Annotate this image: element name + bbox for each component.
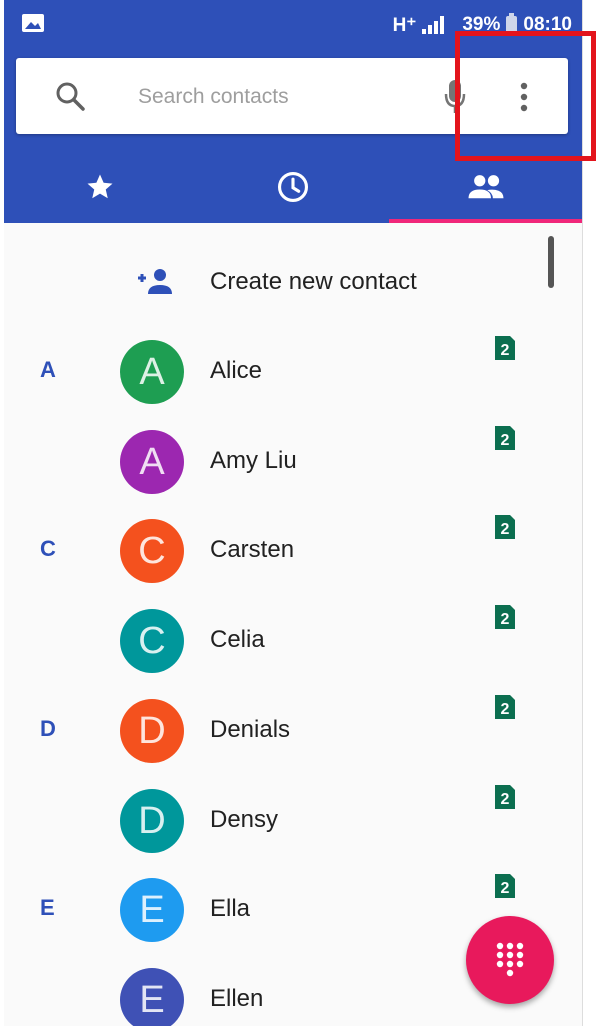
contact-row[interactable]: A A Alice 2 (4, 327, 582, 417)
contact-name: Amy Liu (210, 447, 297, 474)
star-icon (87, 174, 113, 198)
highlight-box (455, 31, 596, 161)
sim-card-icon: 2 (495, 426, 515, 450)
search-input[interactable] (136, 78, 420, 116)
avatar-initial: C (138, 529, 166, 572)
tab-recents[interactable] (197, 150, 390, 223)
avatar-initial: C (138, 619, 166, 662)
contact-name: Carsten (210, 536, 295, 563)
search-icon[interactable] (54, 80, 86, 112)
sim-badge-number: 2 (501, 432, 510, 449)
avatar[interactable]: D (120, 789, 184, 853)
create-contact-label: Create new contact (210, 268, 417, 295)
contact-row[interactable]: C Celia 2 (4, 596, 582, 686)
contact-row[interactable]: D Densy 2 (4, 776, 582, 866)
avatar[interactable]: C (120, 609, 184, 673)
section-letter: E (40, 895, 55, 920)
sim-card-icon: 2 (495, 515, 515, 539)
avatar[interactable]: E (120, 968, 184, 1026)
create-new-contact[interactable]: Create new contact (4, 248, 582, 318)
add-person-icon (138, 269, 172, 294)
sim-card-icon: 2 (495, 785, 515, 809)
dialpad-button[interactable] (466, 916, 554, 1004)
network-type: H⁺ (392, 14, 417, 36)
contact-name: Celia (210, 626, 265, 653)
people-icon (468, 174, 504, 198)
contact-row[interactable]: A Amy Liu 2 (4, 417, 582, 507)
tab-favorites[interactable] (4, 150, 197, 223)
sim-card-icon: 2 (495, 336, 515, 360)
section-letter: A (40, 357, 56, 382)
contact-name: Densy (210, 806, 279, 833)
contact-name: Ellen (210, 985, 264, 1012)
avatar[interactable]: C (120, 519, 184, 583)
contact-row[interactable]: D D Denials 2 (4, 686, 582, 776)
section-letter: C (40, 536, 56, 561)
avatar[interactable]: E (120, 878, 184, 942)
avatar[interactable]: A (120, 340, 184, 404)
contact-name: Ella (210, 895, 251, 922)
avatar-initial: E (139, 888, 165, 931)
section-letter: D (40, 716, 56, 741)
signal-icon (422, 16, 445, 34)
sim-card-icon: 2 (495, 695, 515, 719)
sim-card-icon: 2 (495, 605, 515, 629)
sim-card-icon: 2 (495, 874, 515, 898)
image-icon (22, 14, 44, 32)
sim-badge-number: 2 (501, 880, 510, 897)
clock-icon (277, 171, 309, 202)
avatar-initial: A (139, 440, 165, 483)
sim-badge-number: 2 (501, 611, 510, 628)
sim-badge-number: 2 (501, 701, 510, 718)
sim-badge-number: 2 (501, 342, 510, 359)
dialpad-icon (496, 942, 524, 977)
sim-badge-number: 2 (501, 791, 510, 808)
contact-name: Alice (210, 357, 263, 384)
avatar[interactable]: D (120, 699, 184, 763)
contact-row[interactable]: C C Carsten 2 (4, 506, 582, 596)
avatar-initial: D (138, 709, 166, 752)
avatar-initial: D (138, 799, 166, 842)
avatar-initial: A (139, 350, 165, 393)
avatar-initial: E (139, 978, 165, 1021)
contact-name: Denials (210, 716, 291, 743)
sim-badge-number: 2 (501, 521, 510, 538)
avatar[interactable]: A (120, 430, 184, 494)
